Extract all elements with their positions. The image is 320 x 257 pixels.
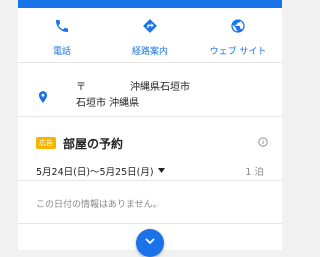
divider xyxy=(18,223,282,224)
website-button[interactable]: ウェブ サイト xyxy=(194,8,282,60)
directions-label: 経路案内 xyxy=(131,47,168,57)
nights-count: 1 泊 xyxy=(245,167,264,178)
date-range: 5月24日(日)〜5月25日(月) xyxy=(36,167,154,178)
directions-icon xyxy=(143,19,157,33)
booking-title: 部屋の予約 xyxy=(63,137,124,151)
action-row: 電話 経路案内 ウェブ サイト xyxy=(18,8,282,60)
address-city: 沖縄県石垣市 xyxy=(130,82,190,93)
no-info-message: この日付の情報はありません。 xyxy=(36,200,162,210)
expand-button[interactable] xyxy=(136,229,164,257)
globe-icon xyxy=(231,19,245,33)
call-label: 電話 xyxy=(52,47,71,57)
postal-mark: 〒 xyxy=(76,82,86,93)
directions-button[interactable]: 経路案内 xyxy=(106,8,194,60)
info-icon[interactable] xyxy=(258,137,268,147)
website-label: ウェブ サイト xyxy=(209,47,267,57)
location-pin-icon xyxy=(38,91,48,103)
divider xyxy=(18,116,282,117)
call-button[interactable]: 電話 xyxy=(18,8,106,60)
caret-down-icon xyxy=(158,168,165,173)
place-card: 電話 経路案内 ウェブ サイト 〒 沖縄県石垣市 石垣市 沖縄県 広告 部屋の予… xyxy=(18,8,282,250)
phone-icon xyxy=(56,20,68,32)
divider xyxy=(18,62,282,63)
divider xyxy=(18,180,282,181)
ad-badge: 広告 xyxy=(36,137,56,149)
address-line-2: 石垣市 沖縄県 xyxy=(76,98,140,109)
chevron-down-icon xyxy=(145,238,155,245)
top-header-bar xyxy=(18,0,282,8)
